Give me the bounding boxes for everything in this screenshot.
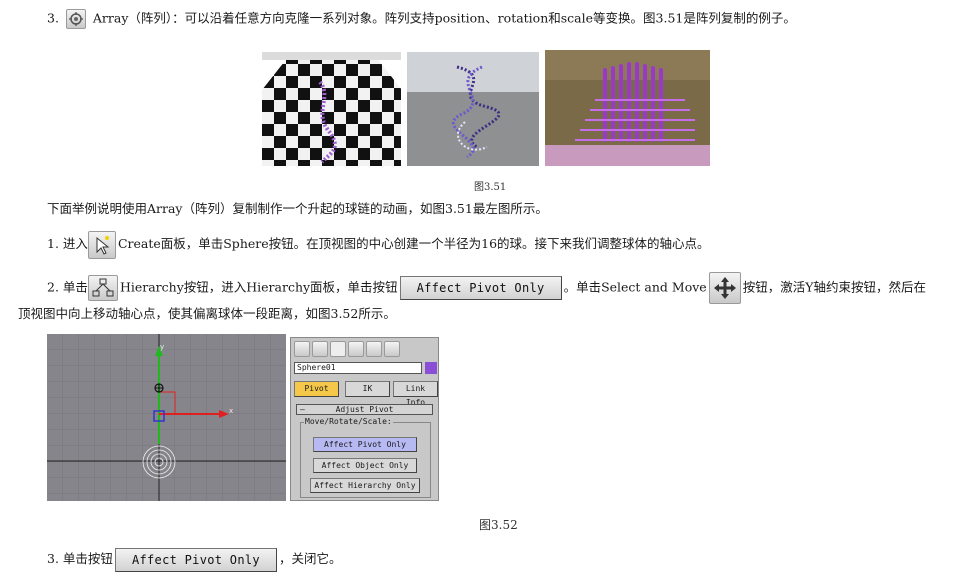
step-number: 3. (47, 551, 59, 566)
step-text: 进入 (62, 236, 88, 251)
panel-affect-pivot-only-button[interactable]: Affect Pivot Only (313, 437, 417, 452)
display-tab-icon[interactable] (366, 341, 382, 357)
hierarchy-command-panel: Sphere01 Pivot IK Link Info – Adjust Piv… (290, 337, 439, 501)
grid-array-image (545, 50, 710, 166)
tab-pivot[interactable]: Pivot (294, 381, 339, 397)
affect-pivot-only-button[interactable]: Affect Pivot Only (114, 547, 277, 572)
create-tab-icon[interactable] (294, 341, 310, 357)
spiral-array-image (407, 52, 539, 166)
object-color-swatch[interactable] (425, 362, 437, 374)
panel-tab-icons (294, 341, 400, 357)
step-number: 2. (47, 279, 59, 295)
adjust-pivot-rollout[interactable]: – Adjust Pivot (296, 404, 433, 415)
figure-caption: 图3.51 (474, 182, 507, 193)
x-axis-label: x (229, 407, 234, 415)
modify-tab-icon[interactable] (312, 341, 328, 357)
utilities-tab-icon[interactable] (384, 341, 400, 357)
select-move-icon[interactable] (708, 272, 741, 304)
hierarchy-icon[interactable] (87, 275, 118, 301)
tab-link-info[interactable]: Link Info (393, 381, 438, 407)
group-label: Move/Rotate/Scale: (304, 417, 393, 426)
step-text: Create面板，单击Sphere按钮。在顶视图的中心创建一个半径为16的球。接… (117, 236, 710, 251)
step-1-line: 1. 进入 Create面板，单击Sphere按钮。在顶视图的中心创建一个半径为… (47, 230, 710, 259)
step-2-line: 2. 单击 Hierarchy按钮，进入Hierarchy面板，单击按钮 Affe… (47, 272, 926, 304)
affect-pivot-only-button[interactable]: Affect Pivot Only (399, 276, 562, 300)
step-3-line: 3. Array（阵列）：可以沿着任意方向克隆一系列对象。阵列支持positio… (47, 9, 796, 29)
step-text: Hierarchy按钮，进入Hierarchy面板，单击按钮 (119, 279, 398, 295)
hierarchy-tab-icon[interactable] (330, 341, 346, 357)
top-viewport[interactable]: y x (47, 334, 286, 501)
rollout-title: Adjust Pivot (335, 405, 394, 414)
figure-caption: 图3.52 (479, 518, 518, 532)
step-text: Array（阵列）：可以沿着任意方向克隆一系列对象。阵列支持position、r… (92, 10, 796, 26)
create-cursor-icon[interactable] (87, 230, 116, 259)
step-number: 1. (47, 236, 59, 251)
y-axis-label: y (160, 343, 165, 351)
step-3b-line: 3. 单击按钮 Affect Pivot Only ，关闭它。 (47, 545, 341, 573)
tab-ik[interactable]: IK (345, 381, 390, 397)
array-icon (65, 9, 86, 29)
intro-line: 下面举例说明使用Array（阵列）复制制作一个升起的球链的动画，如图3.51最左… (47, 201, 548, 216)
checker-array-image (262, 52, 401, 166)
step-text: 按钮，激活Y轴约束按钮，然后在 (742, 279, 926, 295)
step-text: ，关闭它。 (278, 551, 342, 566)
object-name-field[interactable]: Sphere01 (294, 362, 422, 374)
step-2-line-2: 顶视图中向上移动轴心点，使其偏离球体一段距离，如图3.52所示。 (18, 306, 396, 321)
step-text: 。单击Select and Move (563, 279, 707, 295)
panel-affect-object-only-button[interactable]: Affect Object Only (313, 458, 417, 473)
step-number: 3. (47, 10, 59, 26)
step-text: 单击按钮 (62, 551, 113, 566)
step-text: 单击 (62, 279, 88, 295)
panel-affect-hierarchy-only-button[interactable]: Affect Hierarchy Only (310, 478, 420, 493)
motion-tab-icon[interactable] (348, 341, 364, 357)
